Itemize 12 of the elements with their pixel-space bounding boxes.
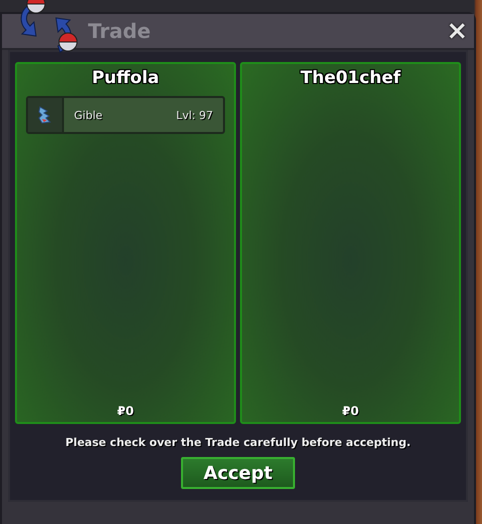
money-amount: ₽0 — [117, 404, 134, 418]
creature-icon — [37, 105, 53, 125]
window-title: Trade — [88, 19, 151, 43]
close-button[interactable]: × — [446, 18, 468, 44]
accept-button[interactable]: Accept — [181, 457, 295, 489]
trainer-name: The01chef — [300, 68, 400, 88]
pokemon-name: Gible — [74, 108, 104, 122]
pokemon-level: Lvl: 97 — [176, 108, 213, 122]
trainer-name: Puffola — [92, 68, 160, 88]
money-amount: ₽0 — [342, 404, 359, 418]
notice-text: Please check over the Trade carefully before accepting. — [65, 436, 411, 449]
pokemon-slot[interactable]: Gible Lvl: 97 — [26, 96, 225, 134]
